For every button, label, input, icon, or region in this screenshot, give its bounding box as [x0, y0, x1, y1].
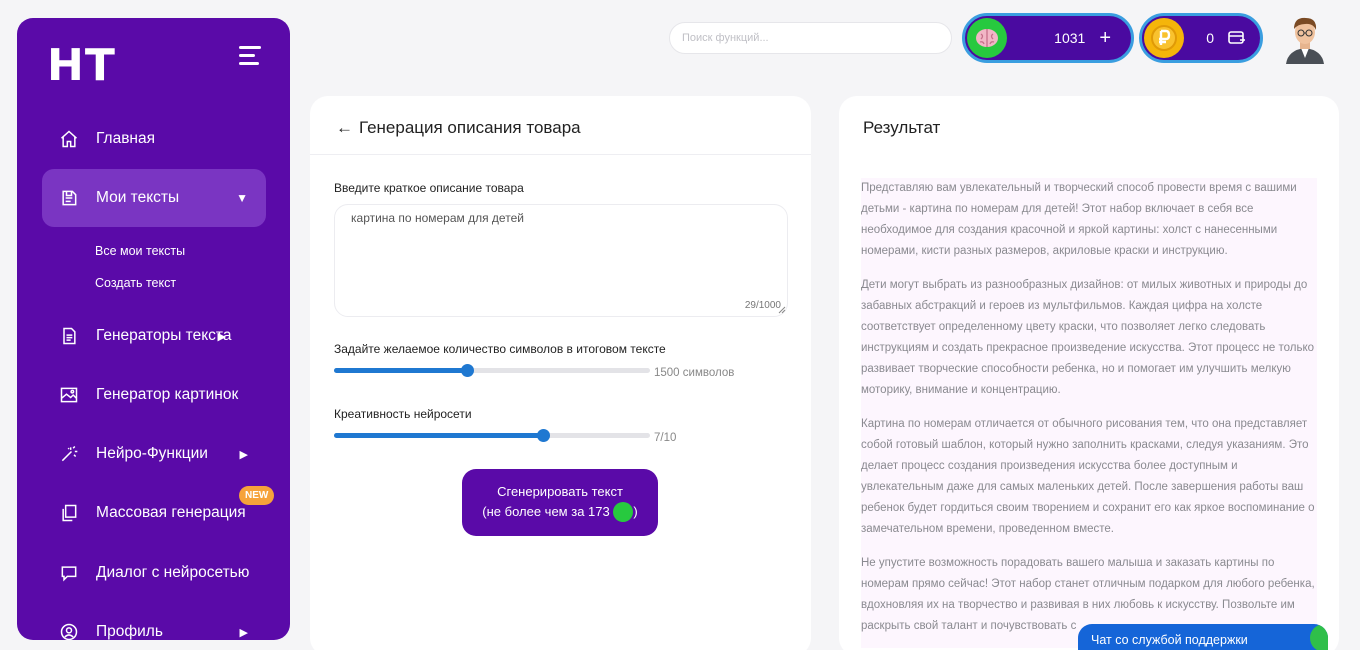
sidebar-subitem-create-text[interactable]: Создать текст [95, 276, 176, 290]
length-slider-knob[interactable] [460, 364, 474, 377]
creativity-slider[interactable] [334, 429, 650, 442]
divider [310, 154, 811, 155]
file-text-icon [58, 325, 80, 347]
sidebar-item-label: Мои тексты [96, 189, 180, 206]
generation-form-card: ← Генерация описания товара Введите кратк… [310, 96, 811, 650]
page-title-text: Генерация описания товара [359, 118, 581, 137]
chevron-right-icon: ▶ [239, 626, 248, 639]
coin-balance-pill[interactable]: 0 [1139, 13, 1263, 63]
result-text[interactable]: Представляю вам увлекательный и творческ… [861, 178, 1317, 648]
sidebar-subitem-all-texts[interactable]: Все мои тексты [95, 244, 185, 258]
coin-balance: 0 [1206, 30, 1214, 46]
support-chat-label: Чат со службой поддержки [1091, 633, 1248, 647]
chevron-right-icon: ▶ [217, 330, 226, 343]
back-arrow-icon[interactable]: ← [336, 118, 353, 137]
sidebar-item-neuro-functions[interactable]: Нейро-Функции ▶ [42, 425, 266, 483]
result-paragraph: Картина по номерам отличается от обычног… [861, 418, 1315, 535]
result-paragraph: Дети могут выбрать из разнообразных диза… [861, 279, 1315, 396]
search-input[interactable] [669, 22, 952, 54]
creativity-label: Креативность нейросети [334, 407, 472, 421]
length-value: 1500 символов [654, 367, 735, 379]
menu-icon[interactable] [239, 46, 261, 70]
sidebar-item-label: Массовая генерация [96, 504, 246, 521]
add-brains-icon[interactable]: + [1099, 27, 1111, 50]
creativity-slider-knob[interactable] [536, 429, 550, 442]
result-paragraph: Представляю вам увлекательный и творческ… [861, 182, 1297, 257]
resize-handle-icon[interactable] [778, 306, 786, 314]
sidebar-item-home[interactable]: Главная [42, 110, 266, 168]
generate-button-label: Сгенерировать текст [497, 484, 623, 499]
description-textarea[interactable]: картина по номерам для детей [334, 204, 788, 317]
result-card: Результат Представляю вам увлекательный … [839, 96, 1339, 650]
new-badge: NEW [239, 486, 275, 505]
copy-icon [58, 502, 80, 524]
sidebar-item-ai-dialog[interactable]: Диалог с нейросетью [42, 544, 266, 602]
creativity-slider-fill [334, 433, 543, 438]
char-counter: 29/1000 [744, 300, 781, 311]
sidebar-item-my-texts[interactable]: Мои тексты ▼ [42, 169, 266, 227]
chat-icon [58, 562, 80, 584]
support-chat-button[interactable]: Чат со службой поддержки [1078, 624, 1328, 650]
generate-button-cost: (не более чем за 173 ) [462, 501, 658, 523]
sidebar-item-label: Генераторы текста [96, 327, 232, 344]
chat-status-indicator [1310, 624, 1328, 650]
generate-cost-text: (не более чем за 173 [482, 504, 610, 519]
image-icon [58, 384, 80, 406]
length-slider-fill [334, 368, 467, 373]
length-label: Задайте желаемое количество символов в и… [334, 342, 666, 356]
sidebar-item-image-generator[interactable]: Генератор картинок [42, 366, 266, 424]
chevron-right-icon: ▶ [239, 448, 248, 461]
sidebar-item-profile[interactable]: Профиль ▶ [42, 603, 266, 640]
sidebar-item-label: Генератор картинок [96, 386, 239, 403]
brain-balance-pill[interactable]: 1031 + [962, 13, 1134, 63]
sidebar-item-label: Диалог с нейросетью [96, 564, 250, 581]
length-slider[interactable] [334, 364, 650, 377]
generate-button[interactable]: Сгенерировать текст (не более чем за 173… [462, 469, 658, 536]
description-label: Введите краткое описание товара [334, 181, 524, 195]
user-icon [58, 621, 80, 640]
brain-icon [613, 501, 634, 522]
avatar[interactable] [1282, 14, 1328, 64]
wallet-icon[interactable] [1228, 31, 1246, 45]
magic-wand-icon [58, 443, 80, 465]
generate-cost-close: ) [633, 504, 638, 519]
sidebar-item-label: Профиль [96, 623, 163, 640]
sidebar: HT Главная Мои тексты ▼ Все мои тексты С… [17, 18, 290, 640]
ruble-coin-icon [1144, 18, 1184, 58]
sidebar-item-label: Главная [96, 130, 155, 147]
sidebar-item-mass-generation[interactable]: Массовая генерация [42, 484, 266, 542]
sidebar-item-text-generators[interactable]: Генераторы текста ▶ [42, 307, 266, 365]
brain-balance: 1031 [1054, 30, 1086, 46]
logo[interactable]: HT [47, 40, 116, 91]
brain-icon [967, 18, 1007, 58]
page-title: ← Генерация описания товара [336, 118, 581, 138]
chevron-down-icon: ▼ [236, 191, 248, 205]
result-title: Результат [863, 118, 941, 137]
creativity-value: 7/10 [654, 432, 677, 444]
sidebar-item-label: Нейро-Функции [96, 445, 208, 462]
home-icon [58, 128, 80, 150]
document-icon [58, 187, 80, 209]
